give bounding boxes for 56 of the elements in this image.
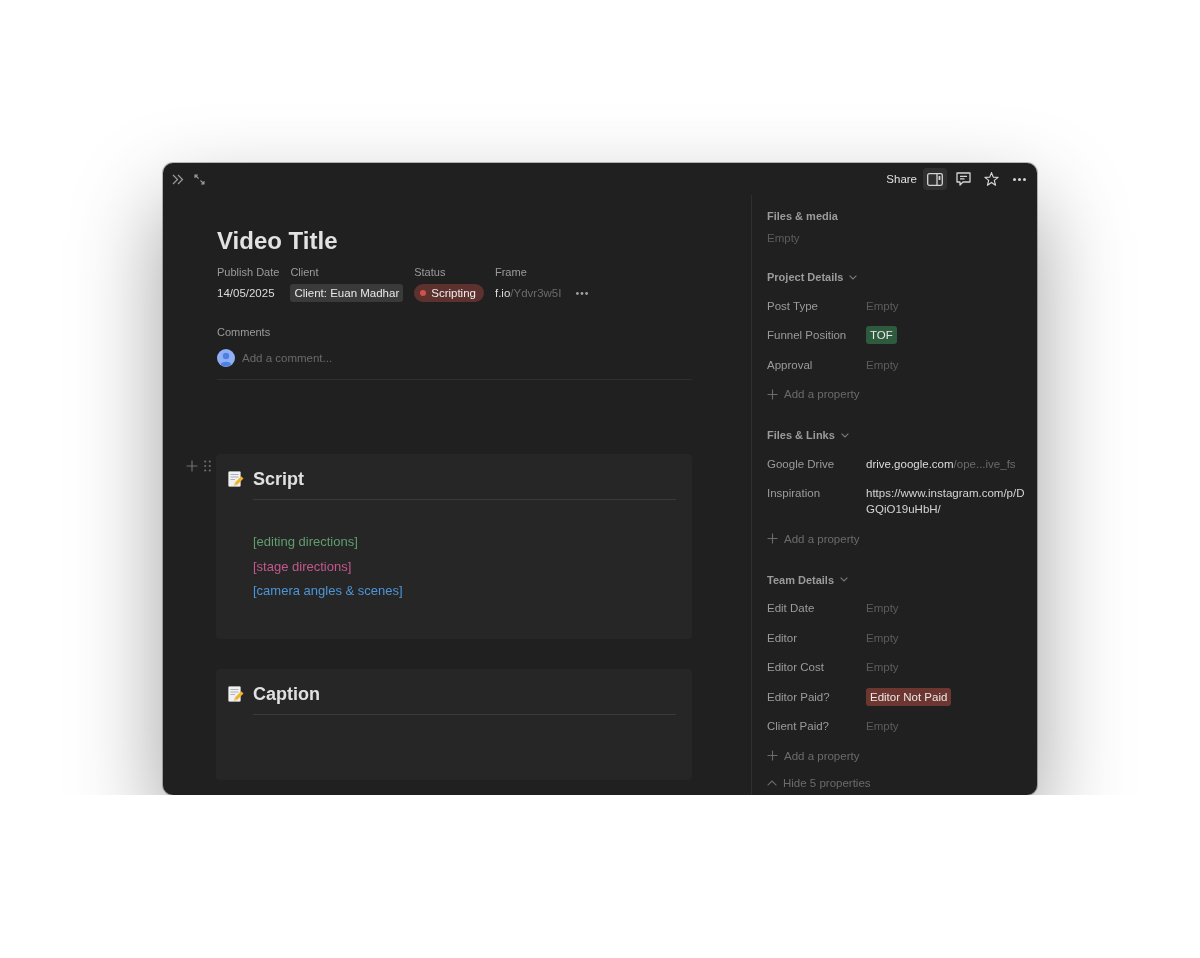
property-label: Client Paid? — [767, 719, 830, 735]
block-heading: Caption — [253, 682, 320, 706]
memo-icon — [228, 685, 244, 702]
property-label: Editor Cost — [767, 660, 825, 676]
property-value[interactable]: 14/05/2025 — [217, 285, 275, 301]
side-panel-icon — [927, 172, 943, 186]
section-toggle[interactable]: Files & Links — [767, 427, 849, 443]
property-label: Editor — [767, 630, 799, 646]
comments-label: Comments — [217, 325, 272, 340]
status-tag[interactable]: Scripting — [414, 284, 484, 302]
url-text[interactable]: https://www.instagram.com/p/DGQiO19uHbH/ — [866, 485, 1027, 518]
add-property-button[interactable]: Add a property — [767, 379, 860, 409]
side-panel-button[interactable] — [923, 168, 947, 190]
page-title: Video Title — [217, 226, 339, 256]
add-property-button[interactable]: Add a property — [767, 741, 860, 771]
star-icon — [983, 172, 999, 186]
select-tag[interactable]: TOF — [866, 326, 897, 345]
property-label: Edit Date — [767, 601, 816, 617]
hide-properties-button[interactable]: Hide 5 properties — [767, 770, 871, 795]
share-button[interactable]: Share — [884, 168, 919, 190]
property-label: Frame — [494, 265, 528, 280]
select-tag[interactable]: Client: Euan Madhar — [290, 284, 404, 302]
comment-field[interactable]: Add a comment... — [242, 350, 682, 366]
section-toggle[interactable]: Project Details — [767, 269, 858, 285]
section-toggle[interactable]: Team Details — [767, 571, 849, 588]
plus-icon — [767, 533, 778, 545]
property-label: Inspiration — [767, 486, 822, 502]
chevron-up-icon — [767, 779, 777, 786]
property-label: Status — [414, 265, 447, 280]
script-line: [stage directions] — [253, 557, 353, 576]
plus-icon — [767, 750, 778, 762]
diagonal-arrows-icon[interactable] — [194, 173, 205, 185]
link[interactable]: drive.google.com/ope...ive_fs — [866, 455, 1016, 472]
property-label: Publish Date — [217, 265, 280, 280]
property-label: Client — [290, 265, 320, 280]
link[interactable]: f.io/Ydvr3w5I — [494, 285, 562, 301]
double-chevron-icon[interactable] — [172, 173, 184, 185]
plus-icon — [767, 388, 778, 400]
memo-icon — [228, 471, 244, 487]
plus-icon[interactable] — [186, 460, 198, 472]
property-label: Files & media — [767, 209, 839, 224]
more-icon — [1012, 177, 1026, 181]
drag-handle-icon[interactable] — [204, 460, 211, 472]
script-line: [editing directions] — [253, 533, 359, 551]
avatar-icon — [217, 349, 235, 367]
property-label: Google Drive — [767, 456, 836, 472]
script-line: [camera angles & scenes] — [253, 582, 404, 600]
ellipsis-icon[interactable] — [576, 291, 589, 295]
comment-icon — [955, 172, 971, 186]
block-heading: Script — [253, 468, 304, 491]
property-label: Approval — [767, 357, 814, 373]
property-label: Editor Paid? — [767, 689, 831, 705]
add-property-button[interactable]: Add a property — [767, 524, 860, 554]
property-label: Funnel Position — [767, 328, 848, 344]
property-label: Post Type — [767, 298, 819, 314]
select-tag[interactable]: Editor Not Paid — [866, 687, 952, 706]
